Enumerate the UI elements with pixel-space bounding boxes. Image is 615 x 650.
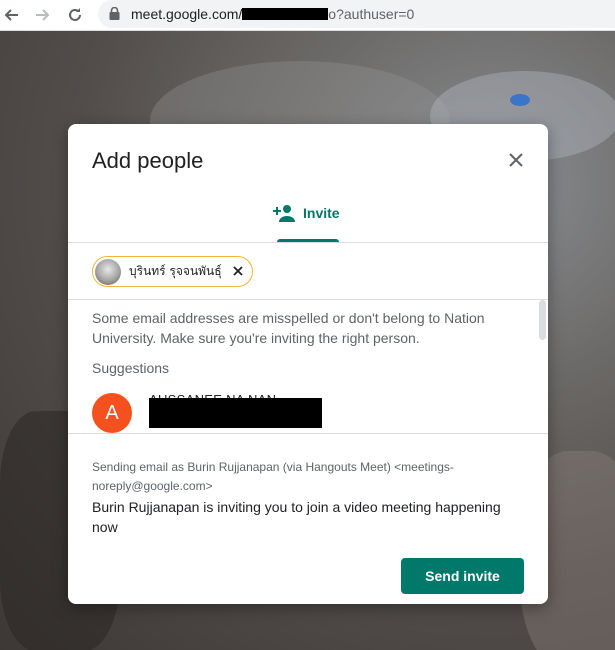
chip-label: บุรินทร์ รุจจนพันธุ์ bbox=[129, 264, 222, 278]
address-bar[interactable]: meet.google.com/o?authuser=0 bbox=[98, 0, 615, 28]
forward-button[interactable] bbox=[32, 4, 54, 26]
suggestion-item[interactable]: A AUSSANEE NA NAN bbox=[92, 392, 522, 433]
person-add-icon bbox=[273, 205, 295, 222]
chip-remove-button[interactable] bbox=[231, 264, 245, 278]
reload-icon bbox=[69, 8, 81, 21]
tab-invite[interactable]: Invite bbox=[273, 204, 340, 242]
sender-note: Sending email as Burin Rujjanapan (via H… bbox=[92, 460, 454, 493]
lock-icon bbox=[109, 7, 120, 20]
recipient-chip[interactable]: บุรินทร์ รุจจนพันธุ์ bbox=[92, 256, 253, 287]
suggestions-panel: Some email addresses are misspelled or d… bbox=[68, 300, 548, 433]
forward-arrow-icon bbox=[36, 9, 50, 21]
url-text: meet.google.com/o?authuser=0 bbox=[131, 6, 414, 22]
reload-button[interactable] bbox=[64, 4, 86, 26]
dialog-title: Add people bbox=[92, 148, 204, 173]
tab-divider bbox=[68, 242, 548, 243]
suggestion-avatar: A bbox=[92, 393, 132, 433]
send-invite-button[interactable]: Send invite bbox=[401, 558, 524, 594]
browser-toolbar: meet.google.com/o?authuser=0 bbox=[0, 0, 615, 31]
url-suffix: o?authuser=0 bbox=[328, 6, 415, 22]
close-button[interactable] bbox=[504, 148, 528, 172]
misspelled-warning: Some email addresses are misspelled or d… bbox=[92, 310, 485, 346]
back-button[interactable] bbox=[0, 4, 22, 26]
tab-invite-label: Invite bbox=[303, 205, 340, 221]
close-icon bbox=[509, 153, 523, 167]
url-redaction bbox=[242, 8, 329, 20]
chip-close-icon bbox=[233, 266, 243, 276]
url-prefix: meet.google.com/ bbox=[131, 6, 243, 22]
invite-message: Burin Rujjanapan is inviting you to join… bbox=[92, 499, 501, 535]
avatar bbox=[95, 258, 121, 285]
back-arrow-icon bbox=[4, 9, 18, 21]
name-redaction bbox=[149, 398, 322, 428]
scrollbar[interactable] bbox=[539, 300, 546, 340]
add-people-dialog: Add people Invite บุรินทร์ รุจจนพันธุ์ S… bbox=[68, 124, 548, 604]
message-divider bbox=[68, 433, 548, 434]
suggestions-heading: Suggestions bbox=[92, 360, 170, 376]
